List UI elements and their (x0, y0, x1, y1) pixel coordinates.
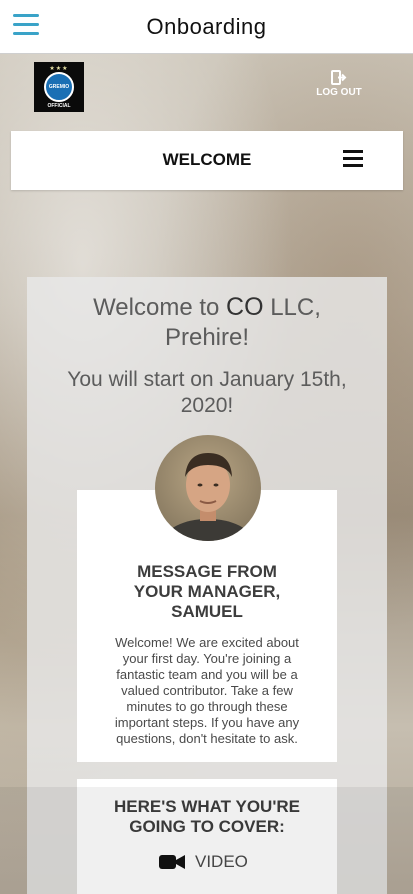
greeting-name: Prehire! (164, 324, 250, 351)
body-line: minutes to go through these (126, 699, 288, 714)
manager-message-body: Welcome! We are excited about your first… (97, 635, 317, 747)
title-line: MESSAGE FROM (137, 562, 277, 581)
title-line: SAMUEL (171, 602, 243, 621)
body-line: your first day. You're joining a (122, 651, 292, 666)
logout-label: LOG OUT (316, 87, 362, 98)
logout-icon (331, 70, 347, 85)
app-header: Onboarding (0, 0, 413, 54)
body-line: fantastic team and you will be a (116, 667, 298, 682)
title-line: YOUR MANAGER, (133, 582, 281, 601)
company-name: CO (226, 293, 264, 321)
body-line: important steps. If you have any (114, 715, 300, 730)
logo-subtitle: OFFICIAL (47, 102, 71, 109)
bottom-shade (0, 787, 413, 894)
hamburger-menu-icon[interactable] (343, 150, 363, 168)
body-line: valued contributor. Take a few (121, 683, 293, 698)
logo-stars: ★★★ (49, 65, 69, 72)
start-date: You will start on January 15th, 2020! (27, 367, 387, 419)
logo-crest: GREMIO (44, 71, 74, 102)
body-line: questions, don't hesitate to ask. (116, 731, 298, 746)
gremio-logo: ★★★ GREMIO OFFICIAL (34, 62, 84, 112)
manager-message-title: MESSAGE FROM YOUR MANAGER, SAMUEL (77, 562, 337, 622)
greeting-prefix: Welcome to (93, 294, 220, 321)
company-suffix: LLC, (270, 294, 321, 321)
start-date-line: You will start on January 15th, (67, 368, 347, 391)
logout-button[interactable]: LOG OUT (312, 70, 366, 98)
app-title: Onboarding (146, 14, 267, 39)
greeting: Welcome to CO LLC, Prehire! (27, 292, 387, 353)
body-line: Welcome! We are excited about (115, 635, 299, 650)
logo-name: GREMIO (48, 83, 70, 90)
welcome-bar: WELCOME (11, 131, 403, 190)
start-date-line: 2020! (180, 394, 234, 417)
manager-avatar (155, 435, 261, 541)
